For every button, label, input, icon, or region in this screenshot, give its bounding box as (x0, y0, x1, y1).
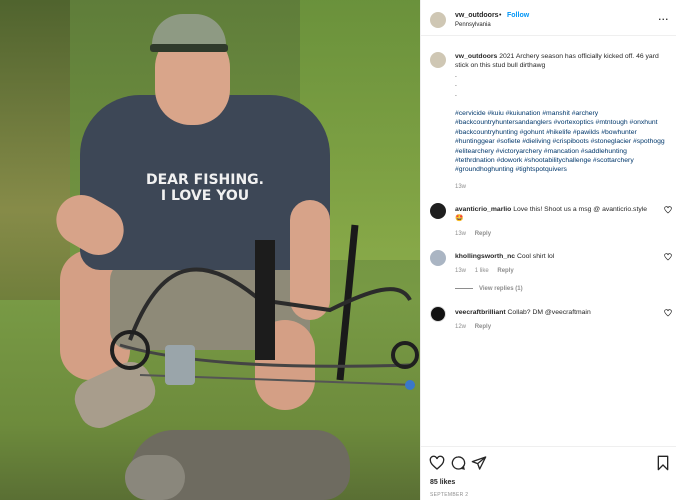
comment-text-block: veecraftbrilliant Collab? DM @veecraftma… (455, 308, 655, 317)
comment-heart-icon[interactable] (664, 309, 672, 317)
separator-dot: • (499, 12, 502, 19)
post-side-panel: vw_outdoors • Follow Pennsylvania ... vw… (420, 0, 676, 500)
comment-username[interactable]: veecraftbrilliant (455, 309, 506, 316)
comment-likes[interactable]: 1 like (475, 268, 489, 274)
caption-timestamp[interactable]: 13w (455, 183, 667, 192)
caption-username[interactable]: vw_outdoors (455, 53, 497, 60)
share-icon[interactable] (471, 455, 487, 471)
reply-button[interactable]: Reply (475, 324, 491, 330)
comment-heart-icon[interactable] (664, 253, 672, 261)
view-replies-button[interactable]: View replies (1) (455, 286, 523, 292)
comment-meta: 13w 1 like Reply (455, 268, 521, 274)
caption-body: vw_outdoors 2021 Archery season has offi… (455, 52, 667, 192)
comment-text-block: khollingsworth_nc Cool shirt lol (455, 252, 655, 261)
likes-count[interactable]: 85 likes (430, 479, 455, 486)
follow-button[interactable]: Follow (507, 12, 529, 19)
avatar[interactable] (430, 52, 446, 68)
post-location[interactable]: Pennsylvania (455, 22, 491, 28)
groundhog-head (125, 455, 185, 500)
comment-text: Cool shirt lol (516, 253, 555, 260)
avatar[interactable] (430, 250, 446, 266)
comment-username[interactable]: khollingsworth_nc (455, 253, 515, 260)
comment-icon[interactable] (450, 455, 466, 471)
comment-timestamp[interactable]: 13w (455, 268, 466, 274)
avatar[interactable] (430, 203, 446, 219)
caption-dot: . (455, 90, 457, 98)
post-username[interactable]: vw_outdoors (455, 12, 499, 19)
compound-bow (110, 224, 419, 390)
avatar[interactable] (430, 12, 446, 28)
comment-text: Collab? DM @veecraftmain (507, 309, 591, 316)
post-header: vw_outdoors • Follow Pennsylvania ... (421, 0, 676, 36)
more-options-icon[interactable]: ... (658, 12, 669, 22)
comment-text-block: avanticrio_marlio Love this! Shoot us a … (455, 205, 655, 223)
post-actions: 85 likes SEPTEMBER 2 (421, 446, 676, 500)
bookmark-icon[interactable] (655, 455, 671, 471)
comment-heart-icon[interactable] (664, 206, 672, 214)
comment-meta: 13w Reply (455, 231, 498, 237)
reply-button[interactable]: Reply (475, 231, 491, 237)
avatar[interactable] (430, 306, 446, 322)
comment-meta: 12w Reply (455, 324, 498, 330)
caption-hashtags[interactable]: #cervicide #kuiu #kuiunation #manshit #a… (455, 109, 667, 175)
comment-username[interactable]: avanticrio_marlio (455, 206, 511, 213)
comment-timestamp[interactable]: 12w (455, 324, 466, 330)
post-date[interactable]: SEPTEMBER 2 (430, 492, 468, 498)
caption-dot: . (455, 71, 457, 79)
heart-icon[interactable] (429, 455, 445, 471)
post-photo[interactable]: DEAR FISHING. I LOVE YOU (0, 0, 420, 500)
caption-dot: . (455, 81, 457, 89)
reply-button[interactable]: Reply (497, 268, 513, 274)
comment-timestamp[interactable]: 13w (455, 231, 466, 237)
